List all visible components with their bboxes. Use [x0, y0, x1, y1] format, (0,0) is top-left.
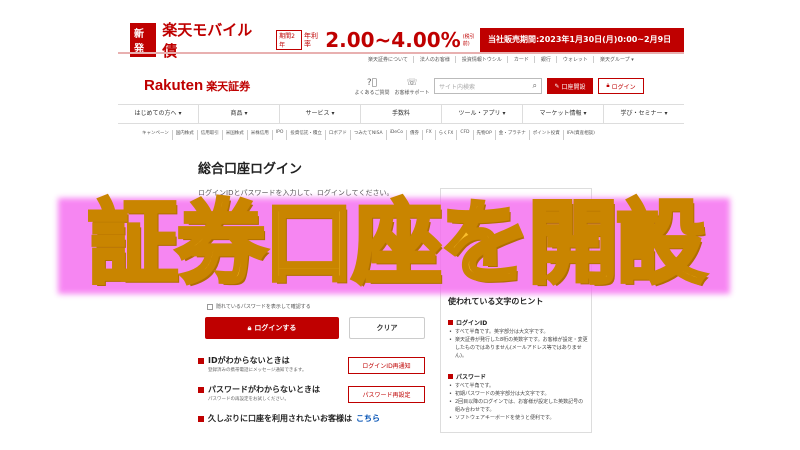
search-icon[interactable]: ⌕ — [533, 81, 537, 91]
hint-pw-heading-label: パスワード — [456, 374, 487, 381]
subnav-item[interactable]: キャンペーン — [142, 130, 173, 140]
hint-item: 楽天証券が発行した8桁の英数字です。お客様が設定・変更したものではありません(メ… — [448, 336, 588, 360]
logo-text: Rakuten — [144, 77, 204, 94]
square-bullet-icon — [198, 386, 204, 393]
subnav-item[interactable]: 米国株式 — [226, 130, 248, 140]
help-desc: パスワードの再設定をお試しください。 — [208, 397, 289, 402]
util-link-about[interactable]: 楽天証券について — [368, 56, 414, 63]
subnav-item[interactable]: らくFX — [439, 130, 458, 140]
help-forgot-password: パスワードがわからないときは パスワードの再設定をお試しください。 — [198, 384, 320, 402]
subnav-item[interactable]: FX — [426, 130, 436, 140]
subnav-item[interactable]: iDeCo — [390, 130, 407, 140]
hint-item: すべて半角です。 — [448, 382, 588, 390]
nav-item-services[interactable]: サービス ▾ — [280, 105, 361, 123]
clear-button[interactable]: クリア — [349, 317, 425, 339]
nav-item-fees[interactable]: 手数料 — [361, 105, 442, 123]
banner-title: 楽天モバイル債 — [162, 21, 253, 60]
open-account-button[interactable]: ✎ 口座開設 — [547, 78, 593, 94]
rakuten-logo[interactable]: Rakuten 楽天証券 — [144, 77, 250, 94]
pencil-icon: ✎ — [554, 82, 560, 90]
lock-icon: 🔒︎ — [247, 323, 252, 332]
hint-pw-heading: パスワード — [448, 372, 486, 381]
nav-item-beginners[interactable]: はじめての方へ ▾ — [118, 105, 199, 123]
square-bullet-icon — [448, 374, 453, 379]
support-label: お客様サポート — [394, 90, 430, 96]
banner-divider — [118, 52, 684, 54]
reset-password-button[interactable]: パスワード再設定 — [348, 386, 425, 403]
subnav-item[interactable]: つみたてNISA — [354, 130, 387, 140]
subnav-item[interactable]: ロボアド — [329, 130, 351, 140]
rate-note: (税引前) — [462, 34, 475, 47]
subnav-item[interactable]: IFA(資産相談) — [567, 130, 598, 140]
show-password-label: 隠れているパスワードを表示して確認する — [216, 304, 311, 310]
sale-period: 当社販売期間:2023年1月30日(月)0:00~2月9日(木)14:30 — [479, 28, 684, 68]
help-title: パスワードがわからないときは — [208, 385, 320, 394]
submit-label: ログインする — [254, 324, 297, 332]
question-icon: ?⃝ — [366, 78, 378, 88]
hint-item: すべて半角です。英字部分は大文字です。 — [448, 328, 588, 336]
subnav-item[interactable]: ポイント投資 — [533, 130, 564, 140]
help-desc: 登録済みの携帯電話にメッセージ通知できます。 — [208, 368, 307, 373]
util-link-corporate[interactable]: 法人のお客様 — [420, 56, 456, 63]
subnav-item[interactable]: CFD — [460, 130, 474, 140]
login-submit-button[interactable]: 🔒︎ ログインする — [205, 317, 339, 339]
resend-id-button[interactable]: ログインID再通知 — [348, 357, 425, 374]
square-bullet-icon — [198, 415, 204, 422]
hint-item: 初期パスワードの英字部分は大文字です。 — [448, 390, 588, 398]
lock-icon: 🔒︎ — [606, 82, 610, 89]
nav-item-market[interactable]: マーケット情報 ▾ — [523, 105, 604, 123]
square-bullet-icon — [448, 320, 453, 325]
search-placeholder: サイト内検索 — [439, 83, 476, 91]
subnav-item[interactable]: 信用取引 — [201, 130, 223, 140]
util-link-bank[interactable]: 銀行 — [541, 56, 557, 63]
square-bullet-icon — [198, 357, 204, 364]
faq-link[interactable]: ?⃝ よくあるご質問 — [352, 78, 392, 96]
support-icon: ☏ — [406, 78, 418, 88]
util-link-card[interactable]: カード — [514, 56, 535, 63]
subnav-item[interactable]: 投資信託・積立 — [290, 130, 326, 140]
subnav-item[interactable]: 金・プラチナ — [499, 130, 530, 140]
rate-value: 2.00~4.00% — [325, 28, 461, 52]
subnav-item[interactable]: 米株信用 — [251, 130, 273, 140]
promo-banner[interactable]: 新発 楽天モバイル債 期間2年 年利率 2.00~4.00% (税引前) 当社販… — [118, 21, 684, 68]
page-title: 総合口座ログイン — [198, 162, 303, 177]
overlay-title: 証券口座を開設 — [86, 189, 708, 298]
util-link-wallet[interactable]: ウォレット — [563, 56, 594, 63]
subnav-item[interactable]: 先物OP — [477, 130, 496, 140]
hint-id-list: すべて半角です。英字部分は大文字です。 楽天証券が発行した8桁の英数字です。お客… — [448, 328, 588, 360]
hint-item: ソフトウェアキーボードを使うと便利です。 — [448, 414, 588, 422]
open-account-label: 口座開設 — [561, 83, 586, 91]
site-search-input[interactable]: サイト内検索 ⌕ — [434, 78, 542, 94]
show-password-checkbox[interactable] — [207, 303, 213, 310]
term-tag: 期間2年 — [276, 30, 303, 50]
long-time-link[interactable]: こちら — [356, 413, 380, 424]
long-time-text: 久しぶりに口座を利用されたいお客様は — [208, 414, 352, 423]
subnav-item[interactable]: 国内株式 — [176, 130, 198, 140]
subnav-item[interactable]: 債券 — [410, 130, 423, 140]
nav-item-products[interactable]: 商品 ▾ — [199, 105, 280, 123]
sub-nav: キャンペーン 国内株式 信用取引 米国株式 米株信用 IPO 投資信託・積立 ロ… — [142, 130, 680, 140]
utility-links: 楽天証券について 法人のお客様 投資情報トウシル カード 銀行 ウォレット 楽天… — [368, 56, 684, 63]
help-forgot-id: IDがわからないときは 登録済みの携帯電話にメッセージ通知できます。 — [198, 355, 306, 373]
hint-pw-list: すべて半角です。 初期パスワードの英字部分は大文字です。 2回目以降のログインで… — [448, 382, 588, 422]
help-long-time: 久しぶりに口座を利用されたいお客様は こちら — [198, 413, 380, 424]
util-link-group[interactable]: 楽天グループ ▾ — [600, 56, 639, 63]
rate-label: 年利率 — [304, 32, 319, 48]
global-nav: はじめての方へ ▾ 商品 ▾ サービス ▾ 手数料 ツール・アプリ ▾ マーケッ… — [118, 104, 684, 124]
nav-item-learning[interactable]: 学び・セミナー ▾ — [604, 105, 684, 123]
show-password-toggle[interactable]: 隠れているパスワードを表示して確認する — [207, 303, 311, 310]
logo-suffix: 楽天証券 — [206, 81, 251, 93]
util-link-toushiru[interactable]: 投資情報トウシル — [462, 56, 508, 63]
nav-item-tools[interactable]: ツール・アプリ ▾ — [442, 105, 523, 123]
faq-label: よくあるご質問 — [354, 90, 390, 96]
support-link[interactable]: ☏ お客様サポート — [392, 78, 432, 96]
subnav-item[interactable]: IPO — [276, 130, 288, 140]
hint-id-heading: ログインID — [448, 318, 487, 327]
login-label: ログイン — [611, 83, 636, 91]
hint-item: 2回目以降のログインでは、お客様が設定した英数記号の組み合わせです。 — [448, 398, 588, 414]
login-button[interactable]: 🔒︎ ログイン — [598, 78, 644, 94]
hint-id-heading-label: ログインID — [456, 320, 488, 327]
help-title: IDがわからないときは — [208, 356, 290, 365]
